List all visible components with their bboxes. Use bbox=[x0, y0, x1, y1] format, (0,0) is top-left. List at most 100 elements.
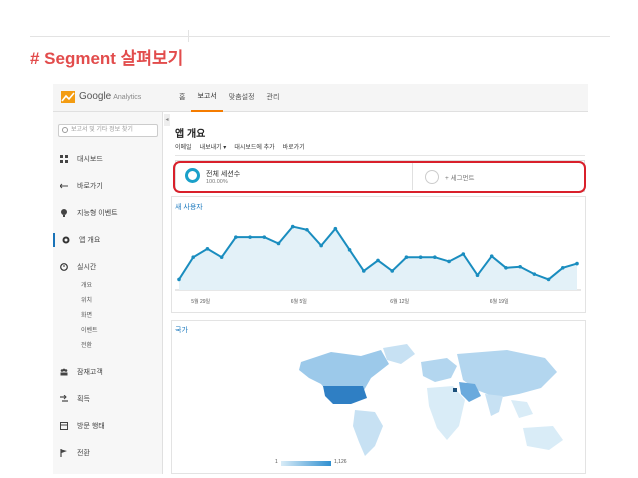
realtime-sub-conversions[interactable]: 전환 bbox=[81, 340, 92, 349]
chart-point[interactable] bbox=[418, 255, 423, 260]
chart-point[interactable] bbox=[333, 226, 338, 231]
chart-point[interactable] bbox=[390, 269, 395, 273]
world-map bbox=[299, 344, 563, 456]
search-icon bbox=[62, 127, 68, 133]
chart-point[interactable] bbox=[305, 227, 309, 232]
sidebar-item-app-overview[interactable]: 앱 개요 bbox=[53, 233, 163, 247]
tab-home[interactable]: 홈 bbox=[173, 84, 191, 112]
chart-point[interactable] bbox=[475, 273, 480, 277]
chart-point[interactable] bbox=[319, 243, 323, 248]
sidebar-item-conversions[interactable]: 전환 bbox=[53, 446, 163, 460]
chart-point[interactable] bbox=[262, 235, 267, 239]
top-divider-tick bbox=[188, 30, 189, 42]
new-users-chart bbox=[175, 224, 581, 291]
page-title: 앱 개요 bbox=[175, 129, 206, 140]
chart-point[interactable] bbox=[219, 255, 224, 260]
report-toolbar: 이메일 내보내기 ▾ 대시보드에 추가 바로가기 bbox=[175, 142, 585, 156]
flag-icon bbox=[60, 449, 67, 457]
add-to-dashboard-button[interactable]: 대시보드에 추가 bbox=[234, 142, 274, 155]
email-button[interactable]: 이메일 bbox=[175, 142, 192, 155]
realtime-sub-overview[interactable]: 개요 bbox=[81, 280, 92, 289]
chart-x-tick-label: 6월 12일 bbox=[390, 299, 410, 305]
sidebar-item-label: 지능형 이벤트 bbox=[77, 210, 118, 217]
sidebar-item-audience[interactable]: 잠재고객 bbox=[53, 365, 163, 379]
ga-screenshot: Google Analytics 홈 보고서 맞춤설정 관리 보고서 및 기타 정… bbox=[53, 84, 588, 474]
map-region-highlight bbox=[453, 388, 457, 392]
chart-point[interactable] bbox=[234, 235, 238, 239]
shortcut-button[interactable]: 바로가기 bbox=[283, 142, 305, 155]
map-legend-max: 1,126 bbox=[334, 459, 347, 465]
chart-point[interactable] bbox=[361, 269, 366, 273]
chart-point[interactable] bbox=[276, 241, 281, 246]
sidebar-item-realtime[interactable]: 실시간 bbox=[53, 260, 163, 274]
slide-title: # Segment 살펴보기 bbox=[30, 49, 184, 68]
chart-point[interactable] bbox=[248, 235, 252, 239]
top-nav: 홈 보고서 맞춤설정 관리 bbox=[173, 84, 285, 112]
sidebar-item-shortcuts[interactable]: 바로가기 bbox=[53, 179, 163, 193]
realtime-sub-screens[interactable]: 화면 bbox=[81, 310, 92, 319]
sidebar-item-label: 대시보드 bbox=[77, 156, 103, 163]
map-region-australia bbox=[523, 426, 563, 450]
map-region-europe bbox=[421, 358, 457, 382]
tab-admin[interactable]: 관리 bbox=[261, 84, 286, 112]
chart-point[interactable] bbox=[347, 248, 352, 252]
analytics-logo-icon bbox=[61, 91, 75, 103]
map-region-south-america bbox=[353, 410, 383, 456]
export-button[interactable]: 내보내기 ▾ bbox=[200, 142, 227, 155]
brand-name: Google Analytics bbox=[79, 91, 141, 102]
chart-point[interactable] bbox=[532, 272, 537, 276]
sidebar-item-label: 바로가기 bbox=[77, 183, 103, 190]
chart-point[interactable] bbox=[461, 252, 466, 256]
top-divider bbox=[30, 36, 610, 37]
brand-text: Google bbox=[79, 91, 112, 102]
chart-title: 새 사용자 bbox=[175, 204, 203, 211]
map-title: 국가 bbox=[175, 327, 188, 334]
chart-point[interactable] bbox=[404, 255, 409, 260]
segment-highlight-box bbox=[173, 161, 586, 193]
chart-point[interactable] bbox=[205, 246, 210, 251]
chart-point[interactable] bbox=[546, 277, 551, 282]
chart-point[interactable] bbox=[191, 255, 196, 260]
sidebar-search-input[interactable]: 보고서 및 기타 정보 찾기 bbox=[58, 124, 158, 137]
ga-header: Google Analytics 홈 보고서 맞춤설정 관리 bbox=[53, 84, 588, 112]
behavior-icon bbox=[60, 422, 68, 430]
map-region-africa bbox=[427, 386, 465, 440]
chart-point[interactable] bbox=[518, 264, 522, 269]
clock-icon bbox=[60, 263, 68, 271]
chart-point[interactable] bbox=[489, 254, 494, 258]
map-region-southeast-asia bbox=[511, 400, 533, 418]
map-region-usa bbox=[323, 386, 367, 404]
sidebar-item-acquisition[interactable]: 획득 bbox=[53, 392, 163, 406]
sidebar-item-label: 전환 bbox=[77, 450, 90, 457]
chart-point[interactable] bbox=[290, 224, 295, 229]
chart-point[interactable] bbox=[447, 259, 451, 264]
arrow-icon bbox=[60, 183, 68, 189]
sidebar-item-behavior[interactable]: 방문 행태 bbox=[53, 419, 163, 433]
chart-point[interactable] bbox=[575, 261, 579, 266]
tab-reports[interactable]: 보고서 bbox=[191, 84, 223, 112]
sidebar-collapse-icon[interactable]: ◂ bbox=[164, 114, 170, 126]
chart-x-tick-label: 5월 29일 bbox=[191, 299, 211, 305]
sidebar-item-dashboard[interactable]: 대시보드 bbox=[53, 152, 163, 166]
tab-customize[interactable]: 맞춤설정 bbox=[223, 84, 261, 112]
sidebar-item-intelligence[interactable]: 지능형 이벤트 bbox=[53, 206, 163, 220]
brand-sub-text: Analytics bbox=[113, 94, 142, 101]
map-legend-bar bbox=[281, 461, 331, 466]
realtime-sub-events[interactable]: 이벤트 bbox=[81, 325, 98, 334]
chart-point[interactable] bbox=[504, 266, 508, 270]
realtime-sub-locations[interactable]: 위치 bbox=[81, 295, 92, 304]
chart-point[interactable] bbox=[560, 266, 565, 270]
sidebar-item-label: 앱 개요 bbox=[79, 237, 101, 244]
chart-point[interactable] bbox=[177, 277, 181, 282]
chart-x-tick-label: 6월 5일 bbox=[290, 299, 307, 305]
sidebar-item-label: 잠재고객 bbox=[77, 369, 103, 376]
people-icon bbox=[60, 368, 68, 376]
chart-point[interactable] bbox=[376, 258, 380, 263]
app-overview-icon bbox=[62, 236, 70, 244]
acquisition-icon bbox=[60, 395, 68, 402]
sidebar: 보고서 및 기타 정보 찾기 대시보드 바로가기 지능형 이벤트 앱 개요 실시… bbox=[53, 112, 163, 474]
chart-area bbox=[179, 226, 577, 290]
map-region-greenland bbox=[383, 344, 415, 364]
sidebar-item-label: 방문 행태 bbox=[77, 423, 105, 430]
chart-point[interactable] bbox=[433, 255, 437, 260]
